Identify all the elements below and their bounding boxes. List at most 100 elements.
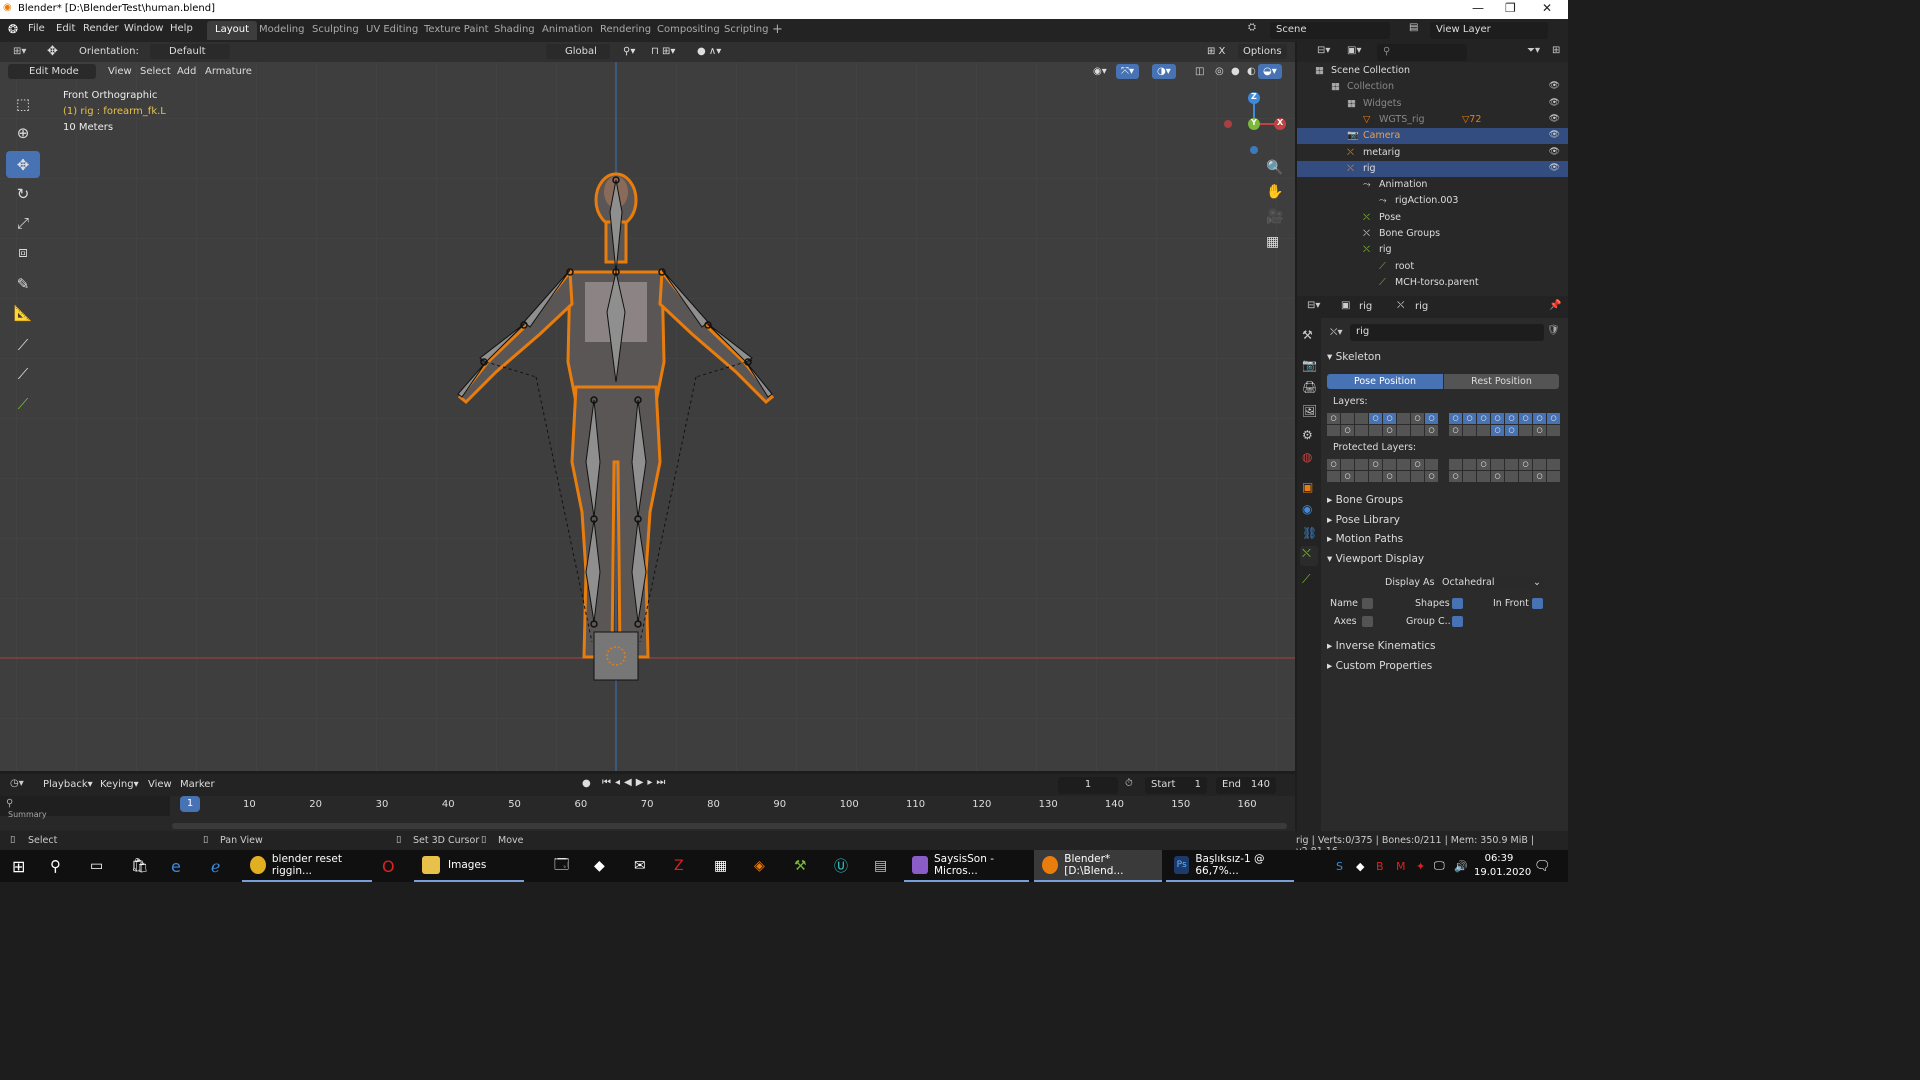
marker-menu[interactable]: Marker — [175, 777, 220, 792]
layer-toggle[interactable]: ○ — [1477, 413, 1490, 424]
calculator-icon[interactable]: ▦ — [714, 850, 727, 882]
visibility-icon[interactable]: ◉▾ — [1088, 64, 1112, 79]
custom-properties-panel[interactable]: ▸ Custom Properties — [1327, 660, 1432, 672]
keying-menu[interactable]: Keying▾ — [95, 777, 144, 792]
tab-scripting[interactable]: Scripting — [716, 21, 776, 40]
menu-view[interactable]: View — [103, 64, 137, 79]
layer-toggle[interactable] — [1519, 425, 1532, 436]
annotate-icon[interactable]: ✎ — [6, 270, 40, 297]
add-workspace-icon[interactable]: + — [772, 22, 783, 37]
output-tab-icon[interactable]: 🖨 — [1302, 380, 1317, 394]
layer-toggle[interactable]: ○ — [1425, 413, 1438, 424]
menu-edit[interactable]: Edit — [56, 23, 75, 34]
extrude-icon[interactable]: ⟋ — [6, 390, 40, 417]
viewport-canvas[interactable] — [0, 42, 1295, 771]
layer-toggle[interactable]: ○ — [1449, 425, 1462, 436]
armature-name-field[interactable]: rig — [1350, 324, 1544, 341]
display-as-dropdown[interactable]: Octahedral ⌄ — [1437, 575, 1545, 590]
transform-space-dropdown[interactable]: Global — [546, 44, 610, 59]
windows-start-icon[interactable]: ⊞ — [12, 850, 25, 882]
proportional-edit-icon[interactable]: ● ∧▾ — [692, 44, 726, 59]
layer-toggle[interactable] — [1547, 471, 1560, 482]
xray-icon[interactable]: ◫ — [1190, 64, 1209, 79]
physics-tab-icon[interactable]: ◉ — [1302, 502, 1312, 516]
gizmos-icon[interactable]: ⤧▾ — [1116, 64, 1140, 79]
menu-armature[interactable]: Armature — [200, 64, 257, 79]
group-colors-checkbox[interactable] — [1452, 616, 1463, 627]
pin-icon[interactable]: 📌 — [1549, 300, 1561, 311]
layer-toggle[interactable] — [1491, 459, 1504, 470]
layer-toggle[interactable] — [1341, 459, 1354, 470]
tray-icon-1[interactable]: ◆ — [1356, 850, 1364, 882]
bone-size-icon[interactable]: ⟋ — [6, 360, 40, 387]
layer-toggle[interactable]: ○ — [1505, 413, 1518, 424]
scale-icon[interactable]: ⤢ — [6, 209, 40, 236]
outliner-row[interactable]: ⛌ Pose — [1297, 210, 1568, 226]
layer-toggle[interactable]: ○ — [1383, 471, 1396, 482]
layer-toggle[interactable] — [1533, 459, 1546, 470]
visibility-eye-icon[interactable]: 👁 — [1549, 114, 1560, 124]
layer-toggle[interactable] — [1327, 471, 1340, 482]
tab-animation[interactable]: Animation — [534, 21, 601, 40]
volume-icon[interactable]: 🔊 — [1454, 850, 1468, 882]
layer-toggle[interactable]: ○ — [1383, 425, 1396, 436]
outliner-row[interactable]: 📷 Camera 👁 — [1297, 128, 1568, 145]
fake-user-icon[interactable]: 🛡 — [1547, 325, 1560, 336]
layer-toggle[interactable] — [1463, 459, 1476, 470]
snap-toggle-icon[interactable]: ⊓ ⊞▾ — [646, 44, 680, 59]
layer-toggle[interactable]: ○ — [1411, 459, 1424, 470]
layer-toggle[interactable] — [1397, 425, 1410, 436]
layer-toggle[interactable] — [1411, 425, 1424, 436]
clock-icon[interactable]: ⏱ — [1125, 778, 1133, 789]
layer-toggle[interactable] — [1327, 425, 1340, 436]
layer-toggle[interactable]: ○ — [1533, 425, 1546, 436]
outliner-row[interactable]: ⤳ rigAction.003 — [1297, 193, 1568, 209]
render-tab-icon[interactable]: 📷 — [1302, 358, 1317, 372]
measure-icon[interactable]: 📐 — [6, 299, 40, 326]
app4-icon[interactable]: Ⓤ — [834, 850, 848, 882]
editor-type-icon[interactable]: ⊞▾ — [8, 44, 31, 59]
search-icon[interactable]: ⚲ — [50, 850, 61, 882]
display-mode-icon[interactable]: ▣▾ — [1347, 45, 1361, 56]
app2-icon[interactable]: ◈ — [754, 850, 765, 882]
scene-field[interactable]: Scene — [1270, 22, 1390, 39]
edge-icon[interactable]: e — [171, 850, 181, 882]
tool-tab-icon[interactable]: ⚒ — [1302, 328, 1313, 342]
layer-toggle[interactable] — [1463, 425, 1476, 436]
ortho-grid-icon[interactable]: ▦ — [1266, 234, 1279, 250]
visibility-eye-icon[interactable]: 👁 — [1549, 147, 1560, 157]
layer-toggle[interactable]: ○ — [1547, 413, 1560, 424]
layer-toggle[interactable]: ○ — [1425, 471, 1438, 482]
outliner-row[interactable]: ⛌ rig 👁 — [1297, 160, 1568, 177]
inverse-kinematics-panel[interactable]: ▸ Inverse Kinematics — [1327, 640, 1435, 652]
layer-toggle[interactable] — [1383, 459, 1396, 470]
layer-toggle[interactable] — [1547, 425, 1560, 436]
layer-toggle[interactable] — [1477, 471, 1490, 482]
layer-toggle[interactable]: ○ — [1449, 471, 1462, 482]
layer-toggle[interactable]: ○ — [1425, 425, 1438, 436]
layer-toggle[interactable]: ○ — [1327, 413, 1340, 424]
layer-toggle[interactable]: ○ — [1505, 425, 1518, 436]
taskbar-images[interactable]: Images — [414, 850, 524, 882]
close-icon[interactable]: ✕ — [1542, 1, 1552, 15]
zoom-icon[interactable]: 🔍 — [1266, 160, 1283, 176]
name-checkbox[interactable] — [1362, 598, 1373, 609]
visibility-eye-icon[interactable]: 👁 — [1549, 130, 1560, 140]
view-layer-field[interactable]: View Layer — [1430, 22, 1548, 39]
layer-toggle[interactable] — [1355, 459, 1368, 470]
end-frame-field[interactable]: End 140 — [1216, 777, 1276, 794]
layer-toggle[interactable] — [1369, 425, 1382, 436]
outlook-icon[interactable]: 🗔 — [554, 850, 569, 882]
menu-render[interactable]: Render — [83, 23, 119, 34]
layer-toggle[interactable]: ○ — [1519, 459, 1532, 470]
view-layer-icon[interactable]: ▤ — [1409, 22, 1418, 33]
layer-toggle[interactable]: ○ — [1369, 413, 1382, 424]
current-frame-field[interactable]: 1 — [1058, 777, 1118, 794]
visibility-eye-icon[interactable]: 👁 — [1549, 81, 1560, 91]
layer-toggle[interactable]: ○ — [1383, 413, 1396, 424]
network-icon[interactable]: 🖵 — [1434, 850, 1445, 882]
filter-icon[interactable]: ⏷▾ — [1527, 45, 1540, 56]
timeline-view-menu[interactable]: View — [143, 777, 177, 792]
scene-tab-icon[interactable]: ⚙ — [1302, 428, 1313, 442]
layer-toggle[interactable] — [1355, 471, 1368, 482]
